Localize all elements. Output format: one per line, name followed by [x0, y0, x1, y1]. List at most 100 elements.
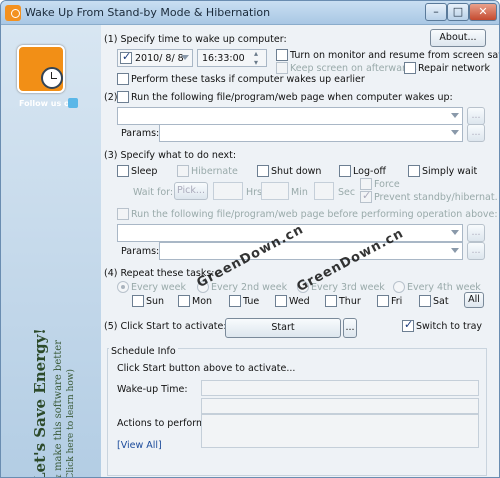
all-days-button[interactable]: All	[464, 292, 484, 308]
repair-network-checkbox[interactable]	[404, 62, 416, 74]
params-before-button[interactable]: ...	[467, 242, 485, 260]
simply-wait-checkbox[interactable]	[408, 165, 420, 177]
maximize-button[interactable]: □	[447, 3, 469, 21]
date-picker[interactable]: 2010/ 8/ 8	[117, 49, 193, 67]
energy-subtitle: & make this software better	[53, 340, 64, 478]
view-all-link[interactable]: [View All]	[117, 440, 162, 451]
pick-button[interactable]: Pick...	[174, 182, 208, 200]
every-week-label: Every week	[131, 282, 186, 293]
app-window: Wake Up From Stand-by Mode & Hibernation…	[0, 0, 500, 478]
about-button[interactable]: About...	[430, 29, 486, 47]
hibernate-label: Hibernate	[191, 166, 238, 177]
logoff-checkbox[interactable]	[339, 165, 351, 177]
section5-label: (5) Click Start to activate:	[104, 321, 227, 332]
keep-screen-on-label: Keep screen on afterwards	[290, 63, 417, 74]
hours-field[interactable]	[213, 182, 243, 200]
date-value: 2010/ 8/ 8	[135, 53, 184, 64]
hrs-label: Hrs	[246, 187, 262, 198]
run-before-checkbox[interactable]	[117, 208, 129, 220]
sidebar: Follow us on Let's Save Energy! & make t…	[1, 25, 101, 478]
force-label: Force	[374, 179, 400, 190]
day-mon-label: Mon	[192, 296, 213, 307]
window-title: Wake Up From Stand-by Mode & Hibernation	[25, 6, 271, 19]
start-options-button[interactable]: ...	[343, 318, 357, 338]
minutes-field[interactable]	[261, 182, 289, 200]
actions-list[interactable]	[201, 414, 479, 448]
simply-wait-label: Simply wait	[422, 166, 478, 177]
sleep-label: Sleep	[131, 166, 158, 177]
params-before-label: Params:	[121, 246, 160, 257]
spinner-icon[interactable]: ▴ ▾	[254, 49, 258, 67]
shutdown-label: Shut down	[271, 166, 322, 177]
repair-network-label: Repair network	[418, 63, 491, 74]
keep-screen-on-checkbox[interactable]	[276, 62, 288, 74]
params-before[interactable]	[159, 242, 463, 260]
clock-icon	[41, 67, 63, 89]
day-fri-label: Fri	[391, 296, 403, 307]
switch-to-tray-checkbox[interactable]	[402, 318, 414, 332]
schedule-info-title: Schedule Info	[109, 346, 178, 357]
day-tue-checkbox[interactable]	[229, 295, 241, 307]
sec-label: Sec	[338, 187, 356, 198]
seconds-field[interactable]	[314, 182, 334, 200]
sleep-checkbox[interactable]	[117, 165, 129, 177]
wakeup-time-value-2	[201, 398, 479, 414]
main-panel: About... (1) Specify time to wake up com…	[101, 25, 500, 477]
day-sat-checkbox[interactable]	[419, 295, 431, 307]
chevron-down-icon	[181, 55, 189, 60]
browse-after-wake-button[interactable]: ...	[467, 107, 485, 125]
energy-learn-how: (Click here to learn how)	[65, 369, 76, 478]
start-button[interactable]: Start	[225, 318, 341, 338]
energy-banner-art: Let's Save Energy! & make this software …	[31, 328, 76, 478]
day-tue-label: Tue	[243, 296, 260, 307]
energy-banner[interactable]: Let's Save Energy! & make this software …	[27, 305, 87, 478]
turn-on-monitor-checkbox[interactable]	[276, 49, 288, 61]
schedule-hint: Click Start button above to activate...	[117, 363, 296, 374]
day-wed-checkbox[interactable]	[275, 295, 287, 307]
time-value: 16:33:00	[202, 53, 245, 64]
title-bar: Wake Up From Stand-by Mode & Hibernation…	[1, 1, 499, 25]
chevron-down-icon	[451, 130, 459, 135]
time-picker[interactable]: 16:33:00 ▴ ▾	[197, 49, 267, 67]
date-enabled-checkbox[interactable]	[120, 50, 132, 64]
wait-for-label: Wait for:	[133, 187, 174, 198]
minimize-button[interactable]: –	[425, 3, 447, 21]
energy-title: Let's Save Energy!	[31, 328, 49, 478]
logoff-label: Log-off	[353, 166, 386, 177]
day-thur-label: Thur	[339, 296, 361, 307]
chevron-down-icon	[451, 230, 459, 235]
day-mon-checkbox[interactable]	[178, 295, 190, 307]
day-wed-label: Wed	[289, 296, 310, 307]
run-after-wake-checkbox[interactable]	[117, 91, 129, 103]
run-after-wake-label: Run the following file/program/web page …	[131, 92, 453, 103]
follow-us-link[interactable]: Follow us on	[19, 99, 75, 108]
app-icon	[5, 5, 21, 21]
every-4th-week-radio[interactable]	[393, 281, 405, 293]
params-after-wake[interactable]	[159, 124, 463, 142]
run-after-wake-path[interactable]	[117, 107, 463, 125]
params-after-wake-button[interactable]: ...	[467, 124, 485, 142]
wakeup-time-value	[201, 380, 479, 396]
twitter-icon[interactable]	[68, 98, 78, 108]
chevron-down-icon	[451, 248, 459, 253]
min-label: Min	[291, 187, 308, 198]
turn-on-monitor-label: Turn on monitor and resume from screen s…	[290, 50, 500, 61]
day-sat-label: Sat	[433, 296, 449, 307]
day-sun-checkbox[interactable]	[132, 295, 144, 307]
close-button[interactable]: ✕	[469, 3, 497, 21]
section3-label: (3) Specify what to do next:	[104, 150, 237, 161]
section2-number: (2)	[104, 92, 118, 103]
prevent-standby-checkbox[interactable]	[360, 189, 372, 203]
day-sun-label: Sun	[146, 296, 165, 307]
day-fri-checkbox[interactable]	[377, 295, 389, 307]
perform-earlier-checkbox[interactable]	[117, 73, 129, 85]
perform-earlier-label: Perform these tasks if computer wakes up…	[131, 74, 365, 85]
chevron-down-icon	[451, 113, 459, 118]
wakeup-time-label: Wake-up Time:	[117, 384, 188, 395]
every-week-radio[interactable]	[117, 281, 129, 293]
hibernate-checkbox[interactable]	[177, 165, 189, 177]
app-logo	[17, 45, 65, 93]
day-thur-checkbox[interactable]	[325, 295, 337, 307]
shutdown-checkbox[interactable]	[257, 165, 269, 177]
browse-before-button[interactable]: ...	[467, 224, 485, 242]
